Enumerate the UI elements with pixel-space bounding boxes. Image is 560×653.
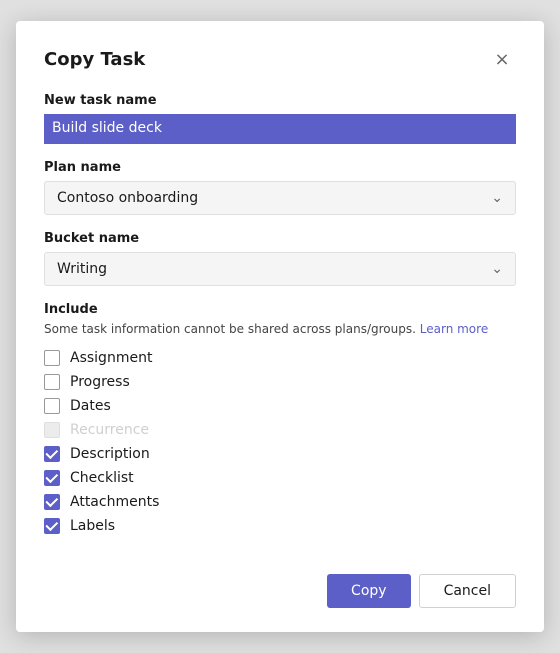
checkbox-item-recurrence: Recurrence — [44, 422, 516, 438]
dialog-footer: Copy Cancel — [44, 558, 516, 608]
checkbox-item-dates[interactable]: Dates — [44, 398, 516, 414]
plan-name-field-group: Plan name Contoso onboarding ⌄ — [44, 160, 516, 215]
checkbox-item-checklist[interactable]: Checklist — [44, 470, 516, 486]
bucket-name-value: Writing — [57, 261, 107, 277]
plan-name-select[interactable]: Contoso onboarding ⌄ — [44, 181, 516, 215]
task-name-input[interactable] — [44, 114, 516, 144]
recurrence-checkbox — [44, 422, 60, 438]
checkbox-item-labels[interactable]: Labels — [44, 518, 516, 534]
assignment-label: Assignment — [70, 350, 152, 366]
plan-name-label: Plan name — [44, 160, 516, 175]
copy-button[interactable]: Copy — [327, 574, 411, 608]
progress-checkbox[interactable] — [44, 374, 60, 390]
cancel-button[interactable]: Cancel — [419, 574, 516, 608]
chevron-down-icon: ⌄ — [491, 261, 503, 277]
checklist-label: Checklist — [70, 470, 134, 486]
dialog-header: Copy Task × — [44, 45, 516, 73]
chevron-down-icon: ⌄ — [491, 190, 503, 206]
description-label: Description — [70, 446, 150, 462]
checklist-checkbox[interactable] — [44, 470, 60, 486]
labels-checkbox[interactable] — [44, 518, 60, 534]
copy-task-dialog: Copy Task × New task name Plan name Cont… — [16, 21, 544, 632]
progress-label: Progress — [70, 374, 130, 390]
checkbox-list: Assignment Progress Dates Recurrence Des… — [44, 350, 516, 534]
plan-name-value: Contoso onboarding — [57, 190, 198, 206]
checkbox-item-description[interactable]: Description — [44, 446, 516, 462]
checkbox-item-assignment[interactable]: Assignment — [44, 350, 516, 366]
bucket-name-select[interactable]: Writing ⌄ — [44, 252, 516, 286]
learn-more-link[interactable]: Learn more — [420, 322, 488, 336]
include-section: Include Some task information cannot be … — [44, 302, 516, 534]
recurrence-label: Recurrence — [70, 422, 149, 438]
dialog-title: Copy Task — [44, 49, 145, 70]
task-name-field-group: New task name — [44, 93, 516, 144]
dates-checkbox[interactable] — [44, 398, 60, 414]
checkbox-item-progress[interactable]: Progress — [44, 374, 516, 390]
labels-label: Labels — [70, 518, 115, 534]
bucket-name-label: Bucket name — [44, 231, 516, 246]
bucket-name-field-group: Bucket name Writing ⌄ — [44, 231, 516, 286]
attachments-label: Attachments — [70, 494, 159, 510]
include-info-text: Some task information cannot be shared a… — [44, 321, 516, 338]
attachments-checkbox[interactable] — [44, 494, 60, 510]
description-checkbox[interactable] — [44, 446, 60, 462]
task-name-label: New task name — [44, 93, 516, 108]
assignment-checkbox[interactable] — [44, 350, 60, 366]
include-label: Include — [44, 302, 516, 317]
close-button[interactable]: × — [488, 45, 516, 73]
dates-label: Dates — [70, 398, 111, 414]
checkbox-item-attachments[interactable]: Attachments — [44, 494, 516, 510]
